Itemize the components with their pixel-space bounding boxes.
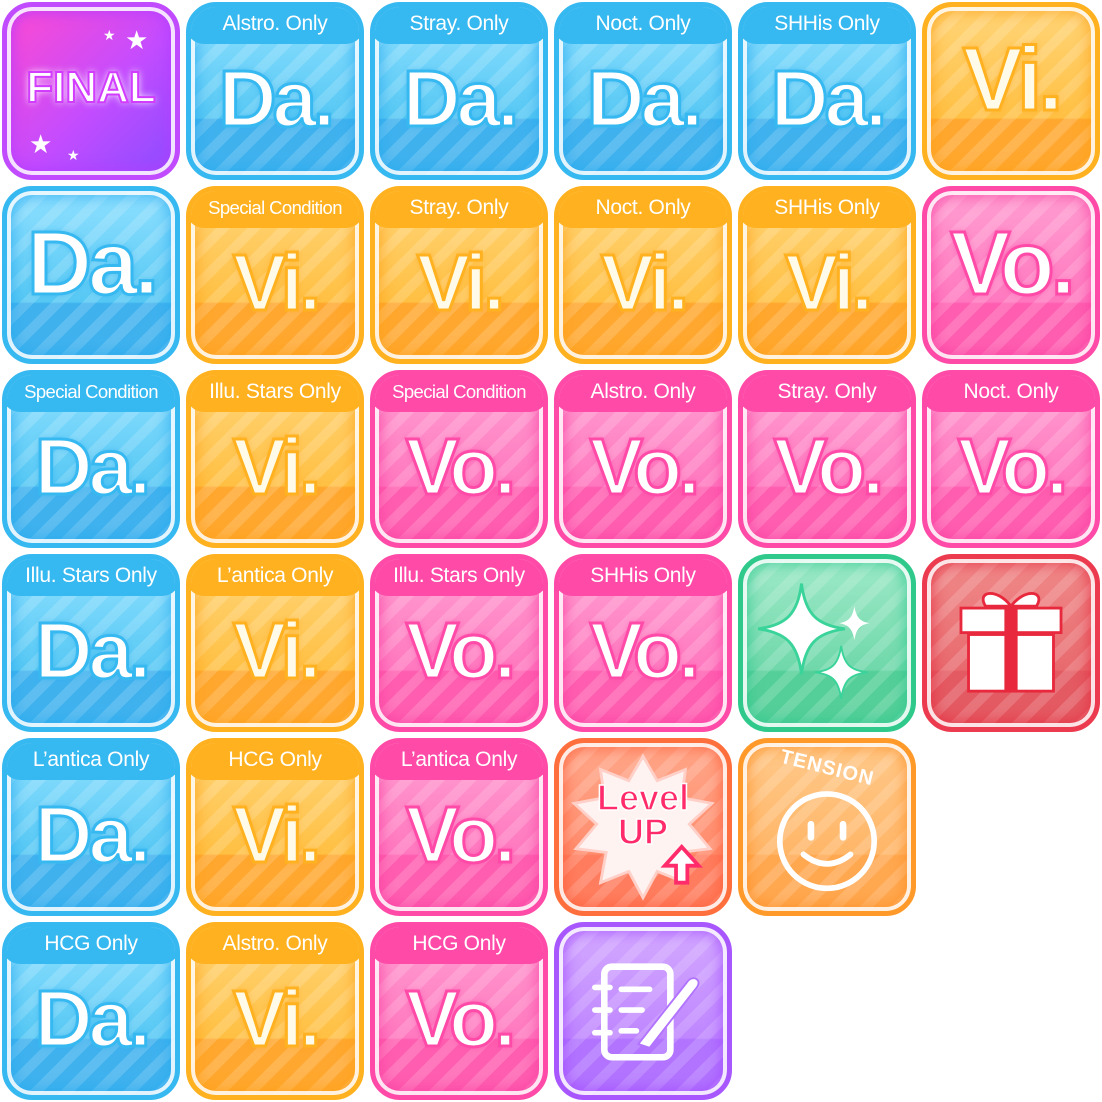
sparkle-skill-tile[interactable]	[738, 554, 916, 732]
unit-restriction-tab: Alstro. Only	[559, 375, 727, 412]
smiley-face-icon	[776, 791, 878, 892]
vocal-appeal-tile[interactable]: Special Condition Vo.	[370, 370, 548, 548]
gift-skill-tile[interactable]	[922, 554, 1100, 732]
tension-skill-tile[interactable]: TENSION	[738, 738, 916, 916]
vocal-label: Vo.	[404, 421, 518, 513]
vocal-appeal-tile[interactable]: Illu. Stars Only Vo.	[370, 554, 548, 732]
dance-appeal-tile[interactable]: SHHis Only Da.	[738, 2, 916, 180]
visual-label: Vi.	[599, 237, 690, 329]
unit-restriction-tab: Stray. Only	[743, 375, 911, 412]
unit-restriction-tab: Illu. Stars Only	[191, 375, 359, 412]
vocal-label: Vo.	[404, 789, 518, 881]
dance-label: Da.	[401, 53, 521, 145]
unit-restriction-tab: Stray. Only	[375, 191, 543, 228]
vocal-appeal-tile[interactable]: L’antica Only Vo.	[370, 738, 548, 916]
unit-restriction-tab: Illu. Stars Only	[7, 559, 175, 596]
visual-label: Vi.	[231, 605, 322, 697]
dance-appeal-tile[interactable]: Noct. Only Da.	[554, 2, 732, 180]
unit-restriction-tab: Noct. Only	[559, 7, 727, 44]
vocal-appeal-tile[interactable]: SHHis Only Vo.	[554, 554, 732, 732]
visual-appeal-tile[interactable]: HCG Only Vi.	[186, 738, 364, 916]
dance-appeal-tile[interactable]: L’antica Only Da.	[2, 738, 180, 916]
visual-appeal-tile[interactable]: SHHis Only Vi.	[738, 186, 916, 364]
unit-restriction-tab: Noct. Only	[559, 191, 727, 228]
unit-restriction-tab: Special Condition	[375, 375, 543, 412]
visual-appeal-tile[interactable]: Illu. Stars Only Vi.	[186, 370, 364, 548]
unit-restriction-tab: L’antica Only	[191, 559, 359, 596]
vocal-label: Vo.	[404, 605, 518, 697]
up-text: UP	[617, 811, 669, 852]
unit-restriction-tab: L’antica Only	[7, 743, 175, 780]
memo-pen-icon	[592, 963, 700, 1061]
visual-label: Vi.	[231, 421, 322, 513]
vocal-label: Vo.	[772, 421, 886, 513]
dance-label: Da.	[585, 53, 705, 145]
visual-appeal-tile[interactable]: Stray. Only Vi.	[370, 186, 548, 364]
level-text: Level	[596, 777, 690, 818]
final-label: FINAL	[25, 62, 157, 113]
level-up-skill-tile[interactable]: Level UP	[554, 738, 732, 916]
gift-icon	[959, 592, 1063, 693]
unit-restriction-tab: HCG Only	[375, 927, 543, 964]
dance-appeal-tile[interactable]: Illu. Stars Only Da.	[2, 554, 180, 732]
dance-label: Da.	[25, 213, 160, 316]
vocal-appeal-tile[interactable]: Alstro. Only Vo.	[554, 370, 732, 548]
unit-restriction-tab: SHHis Only	[743, 7, 911, 44]
visual-label: Vi.	[231, 973, 322, 1065]
unit-restriction-tab: Special Condition	[191, 191, 359, 228]
memo-skill-tile[interactable]	[554, 922, 732, 1100]
dance-appeal-tile[interactable]: Stray. Only Da.	[370, 2, 548, 180]
unit-restriction-tab: L’antica Only	[375, 743, 543, 780]
visual-appeal-tile[interactable]: Alstro. Only Vi.	[186, 922, 364, 1100]
dance-label: Da.	[33, 789, 153, 881]
dance-appeal-tile[interactable]: Special Condition Da.	[2, 370, 180, 548]
dance-label: Da.	[33, 605, 153, 697]
visual-appeal-tile[interactable]: L’antica Only Vi.	[186, 554, 364, 732]
visual-label: Vi.	[415, 237, 506, 329]
vocal-label: Vo.	[404, 973, 518, 1065]
dance-label: Da.	[217, 53, 337, 145]
visual-label: Vi.	[961, 29, 1064, 132]
dance-appeal-tile[interactable]: Da.	[2, 186, 180, 364]
unit-restriction-tab: HCG Only	[7, 927, 175, 964]
skill-icon-grid: ★ ★ ★ ★ FINAL Alstro. Only Da. Stray. On…	[0, 0, 1102, 1102]
dance-label: Da.	[33, 421, 153, 513]
vocal-appeal-tile[interactable]: Noct. Only Vo.	[922, 370, 1100, 548]
visual-appeal-tile[interactable]: Vi.	[922, 2, 1100, 180]
unit-restriction-tab: HCG Only	[191, 743, 359, 780]
star-icon: ★	[67, 147, 80, 163]
unit-restriction-tab: SHHis Only	[743, 191, 911, 228]
unit-restriction-tab: Special Condition	[7, 375, 175, 412]
dance-appeal-tile[interactable]: Alstro. Only Da.	[186, 2, 364, 180]
unit-restriction-tab: Stray. Only	[375, 7, 543, 44]
dance-label: Da.	[33, 973, 153, 1065]
unit-restriction-tab: Illu. Stars Only	[375, 559, 543, 596]
vocal-label: Vo.	[588, 421, 702, 513]
sparkle-icon	[757, 583, 870, 699]
vocal-label: Vo.	[956, 421, 1070, 513]
unit-restriction-tab: Alstro. Only	[191, 7, 359, 44]
vocal-appeal-tile[interactable]: Stray. Only Vo.	[738, 370, 916, 548]
dance-appeal-tile[interactable]: HCG Only Da.	[2, 922, 180, 1100]
star-icon: ★	[29, 129, 53, 159]
vocal-appeal-tile[interactable]: HCG Only Vo.	[370, 922, 548, 1100]
star-icon: ★	[103, 27, 116, 43]
vocal-label: Vo.	[949, 213, 1077, 316]
unit-restriction-tab: SHHis Only	[559, 559, 727, 596]
vocal-appeal-tile[interactable]: Vo.	[922, 186, 1100, 364]
unit-restriction-tab: Alstro. Only	[191, 927, 359, 964]
visual-label: Vi.	[783, 237, 874, 329]
final-skill-tile[interactable]: ★ ★ ★ ★ FINAL	[2, 2, 180, 180]
dance-label: Da.	[769, 53, 889, 145]
visual-label: Vi.	[231, 237, 322, 329]
visual-appeal-tile[interactable]: Noct. Only Vi.	[554, 186, 732, 364]
vocal-label: Vo.	[588, 605, 702, 697]
unit-restriction-tab: Noct. Only	[927, 375, 1095, 412]
star-icon: ★	[125, 25, 149, 55]
level-up-label: Level UP	[569, 777, 717, 852]
visual-appeal-tile[interactable]: Special Condition Vi.	[186, 186, 364, 364]
visual-label: Vi.	[231, 789, 322, 881]
